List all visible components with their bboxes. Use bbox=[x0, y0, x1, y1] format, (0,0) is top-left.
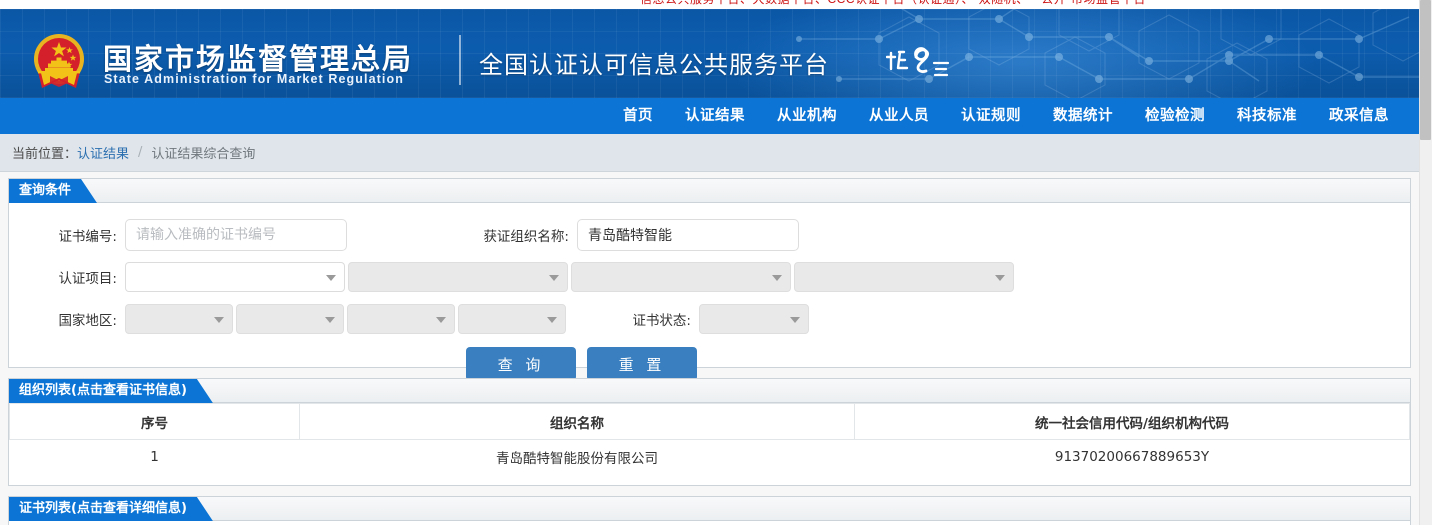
search-button[interactable]: 查 询 bbox=[466, 347, 576, 381]
nav-item-home[interactable]: 首页 bbox=[607, 98, 669, 134]
chevron-down-icon bbox=[995, 275, 1005, 281]
form-row-cert-project: 认证项目: bbox=[9, 259, 1410, 295]
banner-title-en: State Administration for Market Regulati… bbox=[104, 72, 404, 86]
national-emblem-icon bbox=[34, 34, 84, 88]
chevron-down-icon bbox=[326, 275, 336, 281]
cert-status-label: 证书状态: bbox=[632, 313, 691, 329]
nav-item-inspection[interactable]: 检验检测 bbox=[1129, 98, 1221, 134]
organization-list-panel: 组织列表(点击查看证书信息) 序号 组织名称 统一社会信用代码/组织机构代码 1… bbox=[8, 378, 1411, 486]
cert-project-select-1[interactable] bbox=[125, 262, 345, 292]
banner-hexagon-pattern bbox=[796, 9, 1419, 98]
org-name-input[interactable] bbox=[577, 219, 799, 251]
cell-credit-code: 91370200667889653Y bbox=[854, 439, 1410, 474]
table-row[interactable]: 1 青岛酷特智能股份有限公司 91370200667889653Y bbox=[9, 439, 1410, 474]
breadcrumb-separator: / bbox=[138, 145, 143, 160]
chevron-down-icon bbox=[547, 317, 557, 323]
col-header-org-name: 组织名称 bbox=[299, 403, 855, 440]
col-header-index: 序号 bbox=[9, 403, 300, 440]
page-scrollbar[interactable] bbox=[1419, 0, 1432, 525]
country-region-select-4[interactable] bbox=[458, 304, 566, 334]
breadcrumb-parent-link[interactable]: 认证结果 bbox=[77, 143, 129, 162]
page-scrollbar-thumb[interactable] bbox=[1420, 0, 1431, 140]
cert-no-input[interactable] bbox=[125, 219, 347, 251]
breadcrumb: 当前位置： 认证结果 / 认证结果综合查询 bbox=[0, 134, 1419, 172]
nav-item-institutions[interactable]: 从业机构 bbox=[761, 98, 853, 134]
main-nav: 首页 认证结果 从业机构 从业人员 认证规则 数据统计 检验检测 科技标准 政采… bbox=[0, 98, 1419, 134]
chevron-down-icon bbox=[549, 275, 559, 281]
top-notice-strip: 信息公共服务平台、大数据平台、CCC认证平台（认证通）、"双随机、一公开"市场监… bbox=[0, 0, 1419, 9]
cell-org-name: 青岛酷特智能股份有限公司 bbox=[299, 439, 855, 474]
cert-no-label: 证书编号: bbox=[58, 229, 117, 245]
query-panel-tab: 查询条件 bbox=[9, 179, 97, 203]
query-button-row: 查 询 重 置 bbox=[9, 347, 1410, 381]
org-panel-tab: 组织列表(点击查看证书信息) bbox=[9, 379, 213, 403]
nav-item-cert-rules[interactable]: 认证规则 bbox=[945, 98, 1037, 134]
table-header-row: 序号 组织名称 统一社会信用代码/组织机构代码 bbox=[9, 403, 1410, 440]
breadcrumb-current: 认证结果综合查询 bbox=[151, 147, 256, 162]
query-panel-header: 查询条件 bbox=[9, 179, 1410, 203]
nav-item-statistics[interactable]: 数据统计 bbox=[1037, 98, 1129, 134]
chevron-down-icon bbox=[772, 275, 782, 281]
col-header-credit-code: 统一社会信用代码/组织机构代码 bbox=[854, 403, 1410, 440]
organization-table: 序号 组织名称 统一社会信用代码/组织机构代码 1 青岛酷特智能股份有限公司 9… bbox=[9, 403, 1410, 474]
chevron-down-icon bbox=[214, 317, 224, 323]
ren-yun-logo-icon bbox=[886, 47, 950, 77]
form-row-cert-no: 证书编号: 获证组织名称: bbox=[9, 217, 1410, 253]
chevron-down-icon bbox=[790, 317, 800, 323]
main-nav-items: 首页 认证结果 从业机构 从业人员 认证规则 数据统计 检验检测 科技标准 政采… bbox=[607, 98, 1405, 134]
top-notice-text: 信息公共服务平台、大数据平台、CCC认证平台（认证通）、"双随机、一公开"市场监… bbox=[640, 0, 1146, 7]
org-name-label: 获证组织名称: bbox=[483, 229, 569, 245]
cert-panel-tab: 证书列表(点击查看详细信息) bbox=[9, 497, 213, 521]
chevron-down-icon bbox=[436, 317, 446, 323]
form-row-country-region: 国家地区: 证书状态: bbox=[9, 301, 1410, 337]
query-conditions-panel: 查询条件 证书编号: 获证组织名称: 认证项目: bbox=[8, 178, 1411, 381]
nav-item-personnel[interactable]: 从业人员 bbox=[853, 98, 945, 134]
country-region-select-3[interactable] bbox=[347, 304, 455, 334]
cert-project-select-2[interactable] bbox=[348, 262, 568, 292]
cert-panel-header: 证书列表(点击查看详细信息) bbox=[9, 497, 1410, 521]
nav-item-cert-results[interactable]: 认证结果 bbox=[669, 98, 761, 134]
platform-title: 全国认证认可信息公共服务平台 bbox=[479, 51, 829, 79]
banner-divider bbox=[459, 35, 461, 85]
page-root: 信息公共服务平台、大数据平台、CCC认证平台（认证通）、"双随机、一公开"市场监… bbox=[0, 0, 1432, 525]
nav-item-procurement[interactable]: 政采信息 bbox=[1313, 98, 1405, 134]
breadcrumb-prefix: 当前位置： bbox=[12, 147, 78, 162]
cell-index: 1 bbox=[9, 439, 300, 474]
cert-project-select-4[interactable] bbox=[794, 262, 1014, 292]
country-region-select-1[interactable] bbox=[125, 304, 233, 334]
cert-project-label: 认证项目: bbox=[58, 271, 117, 287]
site-banner: 国家市场监督管理总局 State Administration for Mark… bbox=[0, 9, 1419, 98]
cert-status-select[interactable] bbox=[699, 304, 809, 334]
org-panel-header: 组织列表(点击查看证书信息) bbox=[9, 379, 1410, 403]
nav-item-standards[interactable]: 科技标准 bbox=[1221, 98, 1313, 134]
reset-button[interactable]: 重 置 bbox=[587, 347, 697, 381]
country-region-select-2[interactable] bbox=[236, 304, 344, 334]
certificate-list-panel: 证书列表(点击查看详细信息) bbox=[8, 496, 1411, 525]
country-region-label: 国家地区: bbox=[58, 313, 117, 329]
chevron-down-icon bbox=[325, 317, 335, 323]
cert-project-select-3[interactable] bbox=[571, 262, 791, 292]
